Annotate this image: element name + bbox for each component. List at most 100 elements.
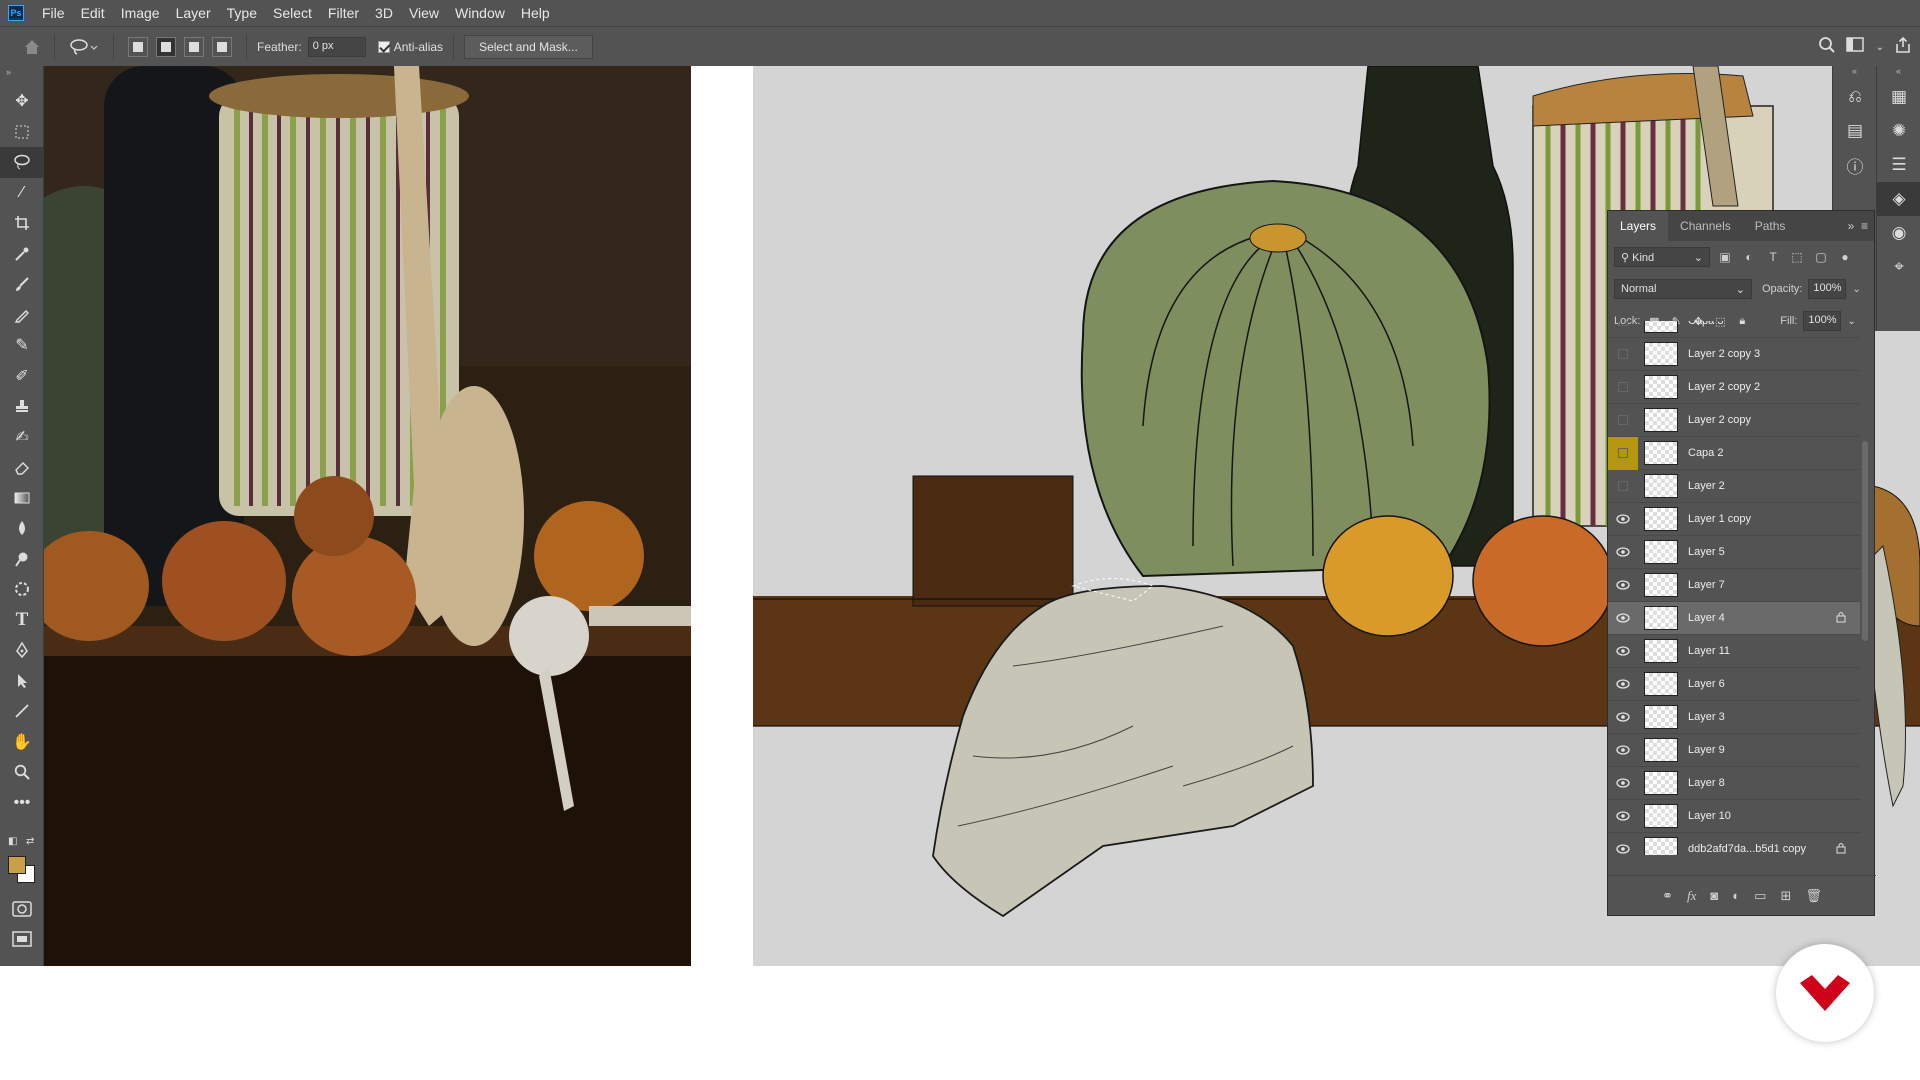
visibility-eye-icon[interactable] bbox=[1608, 503, 1638, 536]
menu-edit[interactable]: Edit bbox=[73, 0, 113, 26]
layer-name[interactable]: Layer 2 bbox=[1688, 480, 1725, 492]
swap-colors-icon[interactable]: ⇄ bbox=[26, 836, 34, 847]
visibility-eye-icon[interactable] bbox=[1608, 833, 1638, 856]
shape-filter-icon[interactable]: ⬚ bbox=[1788, 248, 1806, 266]
visibility-eye-icon[interactable] bbox=[1608, 436, 1638, 470]
visibility-eye-icon[interactable] bbox=[1608, 701, 1638, 734]
channels-panel-icon[interactable]: ◉ bbox=[1877, 216, 1920, 250]
opacity-input[interactable]: 100% bbox=[1808, 279, 1847, 299]
layer-thumbnail[interactable] bbox=[1644, 573, 1678, 597]
panel-menu-icon[interactable]: » ≡ bbox=[1848, 219, 1868, 233]
visibility-eye-icon[interactable] bbox=[1608, 371, 1638, 404]
layer-thumbnail[interactable] bbox=[1644, 321, 1678, 333]
history-brush-icon[interactable]: ✐ bbox=[0, 361, 44, 392]
layer-thumbnail[interactable] bbox=[1644, 639, 1678, 663]
new-layer-icon[interactable]: ⊞ bbox=[1780, 888, 1791, 904]
layer-row[interactable]: Layer 2 bbox=[1608, 470, 1860, 503]
screen-mode-icon[interactable] bbox=[12, 930, 32, 951]
adjustment-filter-icon[interactable]: ◐ bbox=[1740, 248, 1758, 266]
properties-panel-icon[interactable]: ▤ bbox=[1833, 114, 1877, 148]
layer-thumbnail[interactable] bbox=[1644, 672, 1678, 696]
add-mask-icon[interactable]: ◙ bbox=[1710, 888, 1718, 903]
hand-tool-icon[interactable]: ✋ bbox=[0, 727, 44, 758]
visibility-eye-icon[interactable] bbox=[1608, 569, 1638, 602]
layer-row[interactable]: Layer 7 bbox=[1608, 569, 1860, 602]
lasso-tool-icon[interactable] bbox=[0, 147, 44, 178]
marquee-tool-icon[interactable] bbox=[0, 117, 44, 148]
share-icon[interactable] bbox=[1894, 36, 1912, 59]
layer-thumbnail[interactable] bbox=[1644, 375, 1678, 399]
layer-row[interactable]: Layer 10 bbox=[1608, 800, 1860, 833]
layer-row[interactable]: Layer 9 bbox=[1608, 734, 1860, 767]
zoom-tool-icon[interactable] bbox=[0, 757, 44, 788]
layer-thumbnail[interactable] bbox=[1644, 738, 1678, 762]
layer-thumbnail[interactable] bbox=[1644, 771, 1678, 795]
layer-thumbnail[interactable] bbox=[1644, 408, 1678, 432]
new-group-icon[interactable]: ▭ bbox=[1754, 888, 1766, 904]
layer-name[interactable]: Layer 11 bbox=[1688, 645, 1730, 657]
layer-name[interactable]: Layer 3 bbox=[1688, 711, 1725, 723]
menu-image[interactable]: Image bbox=[113, 0, 168, 26]
gradient-icon[interactable] bbox=[0, 483, 44, 514]
layer-thumbnail[interactable] bbox=[1644, 606, 1678, 630]
new-selection-button[interactable] bbox=[128, 36, 148, 57]
layer-name[interactable]: Layer 2 copy 2 bbox=[1688, 381, 1760, 393]
layer-style-icon[interactable]: fx bbox=[1687, 888, 1696, 904]
brushes-panel-icon[interactable]: ✺ bbox=[1877, 114, 1920, 148]
home-icon[interactable] bbox=[20, 35, 44, 59]
tab-layers[interactable]: Layers bbox=[1608, 211, 1669, 241]
smart-object-filter-icon[interactable]: ▢ bbox=[1812, 248, 1830, 266]
layer-name[interactable]: Layer 9 bbox=[1688, 744, 1725, 756]
layer-list-scrollbar[interactable] bbox=[1860, 321, 1870, 855]
scrollbar-thumb[interactable] bbox=[1862, 441, 1868, 641]
magic-wand-icon[interactable]: ⁄ bbox=[0, 178, 44, 209]
layer-row[interactable]: Layer 6 bbox=[1608, 668, 1860, 701]
search-icon[interactable] bbox=[1818, 36, 1836, 59]
history-panel-icon[interactable]: ⎌ bbox=[1833, 80, 1877, 114]
info-panel-icon[interactable]: ⓘ bbox=[1833, 148, 1877, 182]
crop-tool-icon[interactable] bbox=[0, 208, 44, 239]
layer-thumbnail[interactable] bbox=[1644, 342, 1678, 366]
visibility-eye-icon[interactable] bbox=[1608, 668, 1638, 701]
visibility-eye-icon[interactable] bbox=[1608, 767, 1638, 800]
delete-layer-icon[interactable]: 🗑︎ bbox=[1805, 888, 1822, 904]
visibility-eye-icon[interactable] bbox=[1608, 536, 1638, 569]
layer-name[interactable]: Layer 7 bbox=[1688, 579, 1725, 591]
move-tool-icon[interactable]: ✥ bbox=[0, 86, 44, 117]
layer-name[interactable]: Layer 4 bbox=[1688, 612, 1725, 624]
layer-row[interactable]: Layer 2 copy 3 bbox=[1608, 338, 1860, 371]
collapse-toolbar-icon[interactable]: » bbox=[0, 66, 43, 78]
lasso-preset-icon[interactable] bbox=[65, 35, 103, 59]
sponge-icon[interactable] bbox=[0, 574, 44, 605]
menu-layer[interactable]: Layer bbox=[168, 0, 219, 26]
path-selection-icon[interactable] bbox=[0, 666, 44, 697]
layer-name[interactable]: Layer 5 bbox=[1688, 546, 1725, 558]
anti-alias-checkbox[interactable] bbox=[377, 40, 390, 53]
visibility-eye-icon[interactable] bbox=[1608, 800, 1638, 833]
menu-3d[interactable]: 3D bbox=[367, 0, 401, 26]
tab-channels[interactable]: Channels bbox=[1668, 211, 1743, 241]
layer-name[interactable]: Layer 8 bbox=[1688, 777, 1725, 789]
visibility-eye-icon[interactable] bbox=[1608, 321, 1638, 338]
layer-name[interactable]: Layer 2 copy bbox=[1688, 414, 1751, 426]
feather-input[interactable]: 0 px bbox=[307, 36, 366, 57]
visibility-eye-icon[interactable] bbox=[1608, 404, 1638, 437]
layer-row[interactable]: Layer 1 copy bbox=[1608, 503, 1860, 536]
layer-name[interactable]: Layer 1 copy bbox=[1688, 513, 1751, 525]
healing-brush-icon[interactable]: ✎ bbox=[0, 330, 44, 361]
workspace-icon[interactable] bbox=[1845, 36, 1866, 59]
clone-stamp-icon[interactable] bbox=[0, 391, 44, 422]
layer-row[interactable]: Layer 2 copy bbox=[1608, 404, 1860, 437]
layer-row[interactable]: Layer 4 bbox=[1608, 602, 1860, 635]
layer-thumbnail[interactable] bbox=[1644, 441, 1678, 465]
more-tools-icon[interactable]: ••• bbox=[0, 788, 44, 819]
visibility-eye-icon[interactable] bbox=[1608, 338, 1638, 371]
visibility-eye-icon[interactable] bbox=[1608, 734, 1638, 767]
blend-mode-select[interactable]: Normal ⌄ bbox=[1614, 279, 1752, 299]
layer-name[interactable]: Layer 6 bbox=[1688, 678, 1725, 690]
line-tool-icon[interactable] bbox=[0, 696, 44, 727]
layer-name[interactable]: Layer 10 bbox=[1688, 810, 1731, 822]
layer-row[interactable]: Layer 3 bbox=[1608, 701, 1860, 734]
visibility-eye-icon[interactable] bbox=[1608, 602, 1638, 635]
filter-toggle-icon[interactable]: ● bbox=[1836, 248, 1854, 266]
